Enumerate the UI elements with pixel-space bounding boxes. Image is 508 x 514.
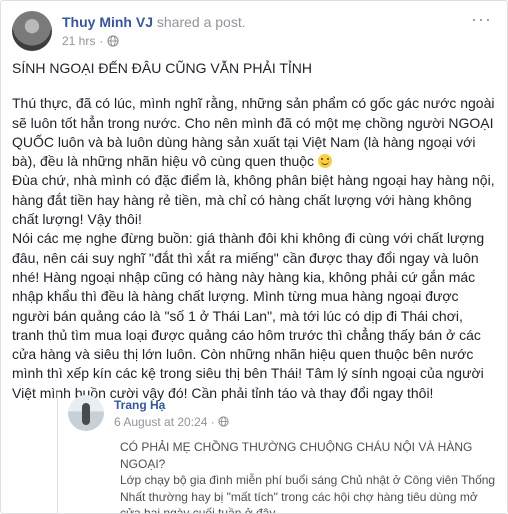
shared-action-text: shared a post. [156,14,246,30]
globe-icon[interactable] [218,416,229,427]
runner-figure [82,403,90,425]
meta-separator: · [207,415,219,429]
shared-post-text: Lớp chạy bộ gia đình miễn phí buổi sáng … [120,473,496,514]
shared-post-meta: 6 August at 20:24 · [114,415,229,429]
post-meta: 21 hrs · [62,34,119,48]
shared-author-avatar[interactable] [68,395,104,431]
post-body: SÍNH NGOẠI ĐẾN ĐÂU CŨNG VẪN PHẢI TỈNH Th… [12,59,498,403]
more-options-icon[interactable]: ··· [471,10,492,28]
post-title: SÍNH NGOẠI ĐẾN ĐÂU CŨNG VẪN PHẢI TỈNH [12,60,313,76]
shared-post-date[interactable]: 6 August at 20:24 [114,415,207,429]
post-header: Thuy Minh VJ shared a post. 21 hrs · ··· [12,10,492,51]
shared-author-name[interactable]: Trang Hạ [114,398,165,412]
globe-icon[interactable] [107,35,119,47]
post-card: Thuy Minh VJ shared a post. 21 hrs · ··· … [0,0,508,514]
author-line: Thuy Minh VJ shared a post. [62,14,246,30]
smile-emoji [317,154,332,169]
meta-separator: · [99,34,104,48]
shared-post[interactable]: Trang Hạ 6 August at 20:24 · CÓ PHẢI MẸ … [57,392,498,514]
shared-post-body: CÓ PHẢI MẸ CHỒNG THƯỜNG CHUỘNG CHÁU NỘI … [120,439,496,514]
post-timestamp[interactable]: 21 hrs [62,34,95,48]
post-paragraph: Nói các mẹ nghe đừng buồn: giá thành đôi… [12,230,485,401]
author-name[interactable]: Thuy Minh VJ [62,14,153,30]
post-paragraph: Đùa chứ, nhà mình có đặc điểm là, không … [12,172,495,228]
author-avatar[interactable] [12,11,52,51]
post-paragraph: Thú thực, đã có lúc, mình nghĩ rằng, nhữ… [12,94,498,171]
paragraph-text: Thú thực, đã có lúc, mình nghĩ rằng, nhữ… [12,95,495,170]
shared-post-title: CÓ PHẢI MẸ CHỒNG THƯỜNG CHUỘNG CHÁU NỘI … [120,440,473,471]
